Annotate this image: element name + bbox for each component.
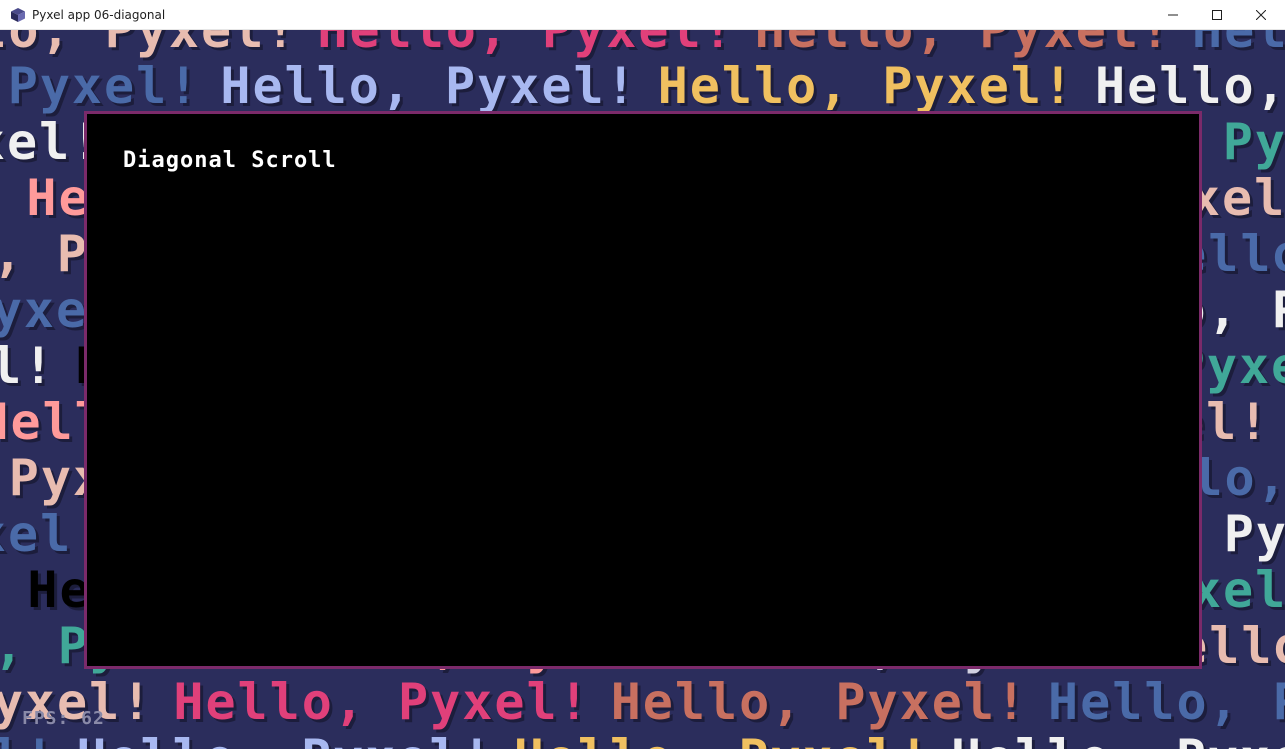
hello-pyxel-text: Hello, Pyxel! xyxy=(317,30,735,59)
maximize-button[interactable] xyxy=(1195,0,1239,29)
app-window: Pyxel app 06-diagonal Hello, Pyxel!Hello… xyxy=(0,0,1285,749)
pyxel-cube-icon xyxy=(10,7,26,23)
hello-pyxel-text: Hello, Pyxel! xyxy=(514,730,931,749)
scroll-row: Hello, Pyxel! Hello, Pyxel! Hello, Pyxel! H… xyxy=(0,30,1285,58)
scroll-row: Hello, Pyxel!Hello, Pyxel!Hello, Pyxel!H… xyxy=(0,674,1285,730)
hello-pyxel-text: Hello, Pyxel! xyxy=(0,57,201,115)
panel-title: Diagonal Scroll xyxy=(123,148,337,173)
hello-pyxel-text: Hello, Pyxel! xyxy=(1048,673,1285,731)
fps-counter: FPS: 62 xyxy=(22,708,105,729)
hello-pyxel-text: Hello, Pyxel! xyxy=(220,57,638,115)
hello-pyxel-text: Hello, Pyxel! xyxy=(1095,57,1285,115)
hello-pyxel-text: Hello, Pyxel! xyxy=(951,730,1285,749)
title-bar[interactable]: Pyxel app 06-diagonal xyxy=(0,0,1285,30)
hello-pyxel-text: Hello, Pyxel! xyxy=(610,673,1029,731)
maximize-icon xyxy=(1212,9,1222,20)
scroll-row: Hello, Pyxel! Hello, Pyxel! Hello, Pyxel! H… xyxy=(0,58,1285,114)
hello-pyxel-text: Hello, Pyxel! xyxy=(657,57,1076,115)
hello-pyxel-text: Hello, Pyxel! xyxy=(0,337,56,395)
game-canvas[interactable]: Hello, Pyxel!Hello, Pyxel!Hello, Pyxel!H… xyxy=(0,30,1285,749)
close-icon xyxy=(1256,9,1266,20)
hello-pyxel-text: Hello, Pyxel! xyxy=(754,30,1173,59)
hello-pyxel-text: Hello, Pyxel! xyxy=(0,30,298,59)
hello-pyxel-text: Hello, Pyxel! xyxy=(0,730,56,749)
hello-pyxel-text: Hello, Pyxel! xyxy=(1192,30,1285,59)
hello-pyxel-text: Hello, Pyxel! xyxy=(0,170,6,226)
window-title: Pyxel app 06-diagonal xyxy=(32,8,166,22)
hello-pyxel-text: Hello, Pyxel! xyxy=(173,673,591,731)
content-panel: Diagonal Scroll xyxy=(84,111,1202,669)
close-button[interactable] xyxy=(1239,0,1283,29)
minimize-button[interactable] xyxy=(1151,0,1195,29)
scroll-row: Hello, Pyxel! Hello, Pyxel! Hello, Pyxel! H… xyxy=(0,730,1285,749)
minimize-icon xyxy=(1168,14,1178,15)
hello-pyxel-text: Hello, Pyxel! xyxy=(0,562,7,618)
hello-pyxel-text: Hello, Pyxel! xyxy=(76,730,493,749)
